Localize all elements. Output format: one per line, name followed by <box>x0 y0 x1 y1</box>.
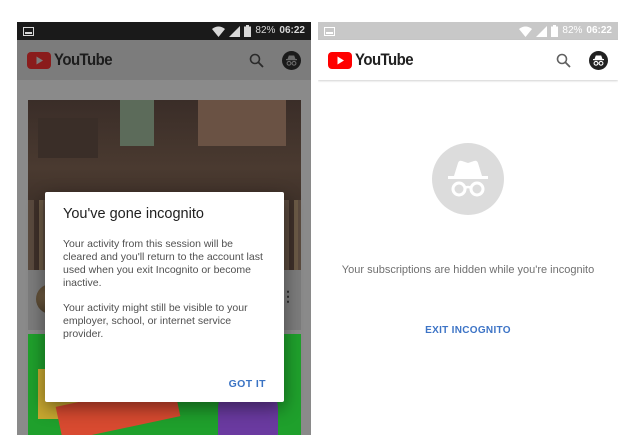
incognito-dialog: You've gone incognito Your activity from… <box>45 192 284 402</box>
battery-percent: 82% <box>255 25 276 36</box>
battery-percent: 82% <box>562 25 583 36</box>
dialog-paragraph: Your activity from this session will be … <box>63 238 263 289</box>
status-bar: 82% 06:22 <box>318 22 618 40</box>
app-bar: YouTube <box>318 40 618 80</box>
battery-icon <box>244 25 252 37</box>
youtube-logo[interactable]: YouTube <box>27 50 120 70</box>
status-time: 06:22 <box>279 25 305 36</box>
got-it-button[interactable]: GOT IT <box>229 378 266 390</box>
incognito-icon[interactable] <box>589 50 608 70</box>
left-phone-screen: 82% 06:22 YouTube ⋮ You've gone incognit… <box>17 22 311 435</box>
dialog-paragraph: Your activity might still be visible to … <box>63 302 248 340</box>
incognito-icon <box>448 160 488 197</box>
cellular-icon <box>536 25 548 37</box>
search-icon[interactable] <box>249 53 264 68</box>
cellular-icon <box>229 25 241 37</box>
image-icon <box>324 26 335 36</box>
status-time: 06:22 <box>586 25 612 36</box>
youtube-logo[interactable]: YouTube <box>328 50 421 70</box>
dialog-title: You've gone incognito <box>63 206 204 222</box>
status-bar: 82% 06:22 <box>17 22 311 40</box>
wifi-icon <box>519 26 533 37</box>
incognito-icon[interactable] <box>282 50 301 70</box>
youtube-play-icon <box>27 51 51 69</box>
exit-incognito-button[interactable]: EXIT INCOGNITO <box>318 325 618 336</box>
battery-icon <box>551 25 559 37</box>
right-phone-screen: 82% 06:22 YouTube Your subscriptions are… <box>318 22 618 435</box>
image-icon <box>23 26 34 36</box>
wifi-icon <box>212 26 226 37</box>
youtube-play-icon <box>328 51 352 69</box>
subscriptions-hidden-message: Your subscriptions are hidden while you'… <box>341 264 595 276</box>
search-icon[interactable] <box>556 53 571 68</box>
youtube-wordmark: YouTube <box>355 50 414 69</box>
app-bar: YouTube <box>17 40 311 80</box>
youtube-wordmark: YouTube <box>54 50 113 69</box>
incognito-large-icon <box>432 143 504 215</box>
